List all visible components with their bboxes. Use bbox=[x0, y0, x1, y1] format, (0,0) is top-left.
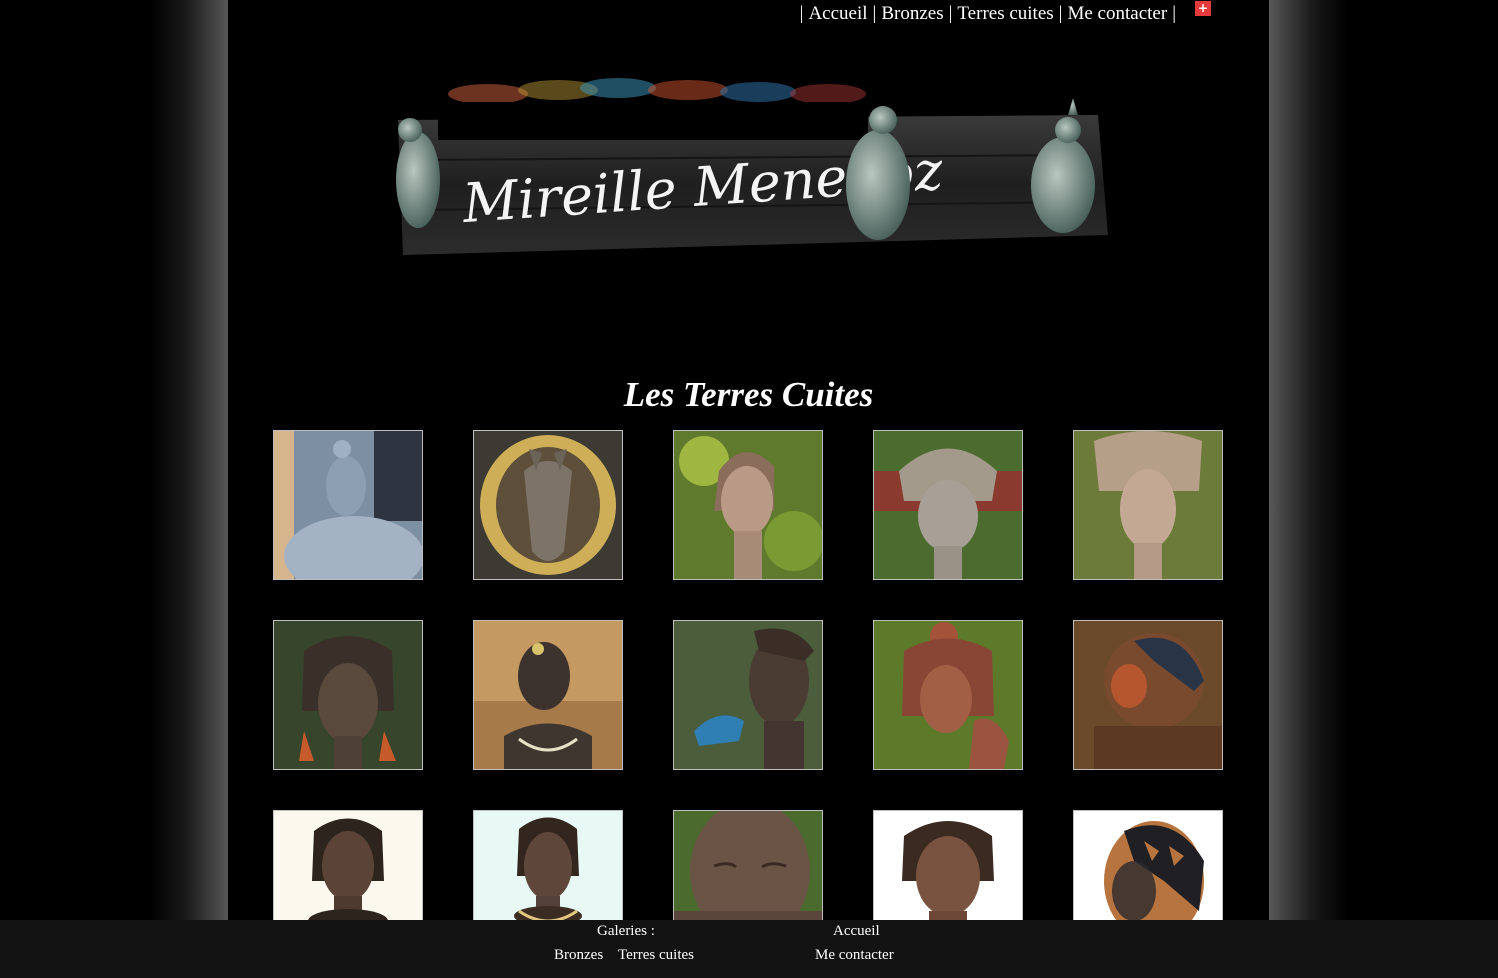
footer-link-bronzes[interactable]: Bronzes bbox=[554, 947, 603, 964]
nav-link-accueil[interactable]: Accueil bbox=[808, 3, 867, 25]
nav-link-contact[interactable]: Me contacter bbox=[1067, 3, 1167, 25]
language-flag-icon[interactable]: + bbox=[1195, 1, 1211, 16]
gallery-thumbnail[interactable] bbox=[873, 430, 1023, 580]
banner-logo-image: Mireille Menegoz bbox=[396, 78, 1108, 255]
gallery-thumbnail[interactable] bbox=[1073, 430, 1223, 580]
gallery-thumbnail[interactable] bbox=[473, 430, 623, 580]
top-navigation: | Accueil | Bronzes | Terres cuites | Me… bbox=[799, 3, 1176, 25]
footer-link-contact[interactable]: Me contacter bbox=[815, 947, 894, 964]
page-shadow-left bbox=[150, 0, 230, 978]
gallery-thumbnail[interactable] bbox=[1073, 620, 1223, 770]
gallery-thumbnail[interactable] bbox=[673, 430, 823, 580]
nav-link-terres-cuites[interactable]: Terres cuites bbox=[957, 3, 1053, 25]
site-banner-logo[interactable]: Mireille Menegoz bbox=[378, 60, 1118, 280]
footer-link-accueil[interactable]: Accueil bbox=[833, 923, 880, 940]
footer: Galeries : Bronzes Terres cuites Accueil… bbox=[0, 920, 1498, 978]
nav-link-bronzes[interactable]: Bronzes bbox=[881, 3, 943, 25]
footer-galleries-label: Galeries : bbox=[597, 923, 655, 939]
gallery-thumbnail[interactable] bbox=[273, 430, 423, 580]
footer-link-terres-cuites[interactable]: Terres cuites bbox=[618, 947, 694, 964]
gallery-thumbnail[interactable] bbox=[273, 620, 423, 770]
gallery-thumbnail[interactable] bbox=[473, 620, 623, 770]
page-title: Les Terres Cuites bbox=[623, 375, 874, 415]
page-shadow-right bbox=[1268, 0, 1348, 978]
gallery-thumbnail[interactable] bbox=[673, 620, 823, 770]
thumbnail-image bbox=[274, 431, 422, 579]
page-container: | Accueil | Bronzes | Terres cuites | Me… bbox=[228, 0, 1269, 978]
gallery-thumbnail[interactable] bbox=[873, 620, 1023, 770]
